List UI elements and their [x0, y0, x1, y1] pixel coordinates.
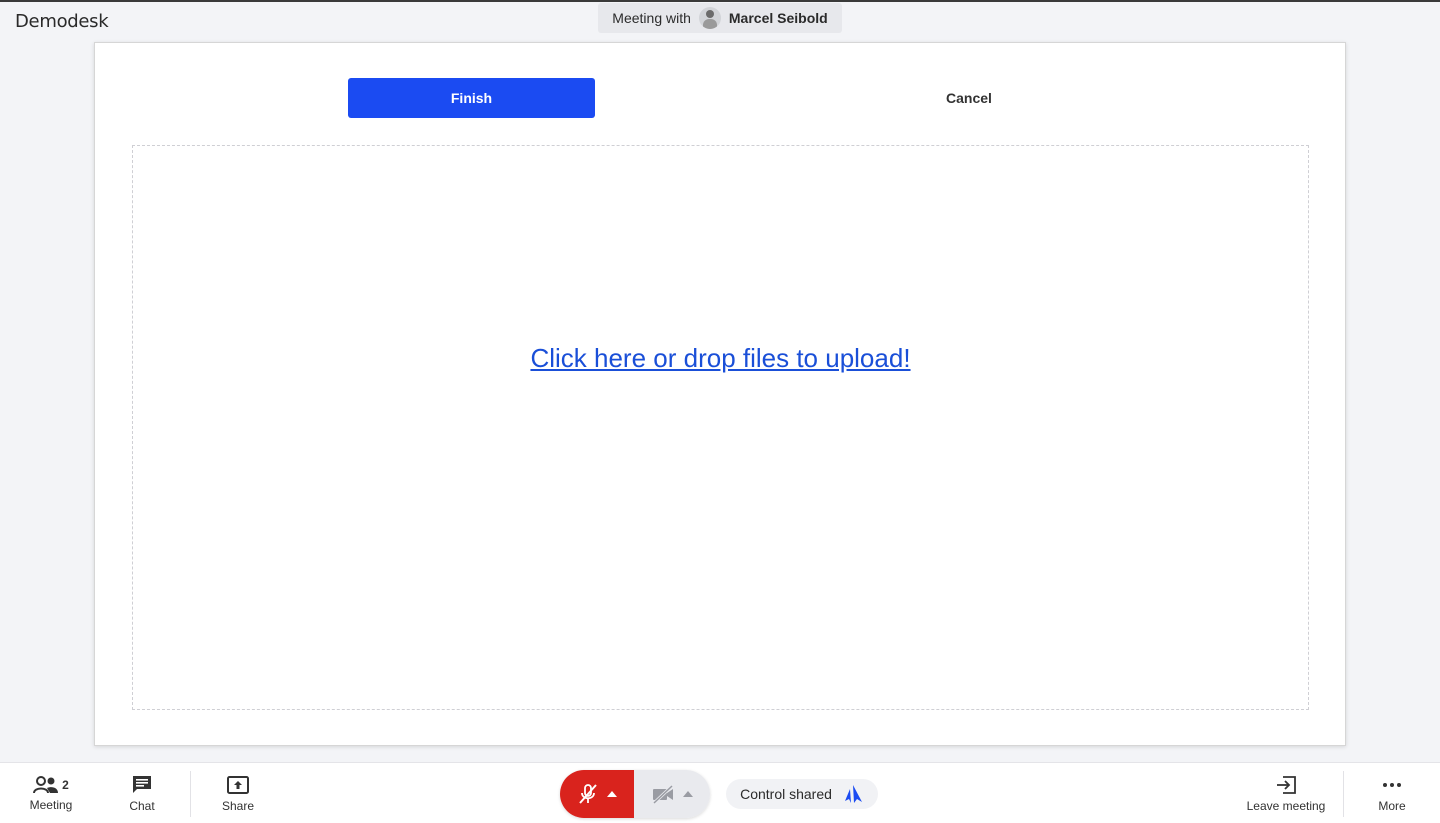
app-logo: Demodesk: [15, 11, 109, 32]
control-shared-label: Control shared: [740, 786, 832, 802]
share-label: Share: [221, 798, 255, 813]
camera-toggle-button[interactable]: [634, 770, 710, 818]
more-label: More: [1378, 798, 1406, 813]
finish-button[interactable]: Finish: [348, 78, 595, 118]
cancel-button[interactable]: Cancel: [847, 78, 1091, 118]
people-icon: [33, 775, 59, 793]
meeting-icon-row: 2: [33, 775, 69, 794]
av-controls: [560, 770, 710, 818]
more-horizontal-icon: [1383, 782, 1401, 787]
chat-label: Chat: [129, 798, 155, 813]
toolbar-divider: [190, 771, 191, 817]
mic-options-chevron-icon[interactable]: [607, 791, 617, 797]
leave-meeting-button[interactable]: Leave meeting: [1240, 763, 1332, 823]
meeting-prefix: Meeting with: [612, 10, 691, 26]
camera-off-icon: [652, 784, 674, 804]
mic-off-icon: [579, 784, 597, 804]
meeting-header: Meeting with Marcel Seibold: [598, 3, 842, 33]
window-top-border: [0, 0, 1440, 2]
chat-button[interactable]: Chat: [120, 763, 164, 823]
chat-icon: [133, 775, 151, 793]
file-dropzone[interactable]: Click here or drop files to upload!: [132, 145, 1309, 710]
screen-share-icon: [227, 775, 249, 794]
share-button[interactable]: Share: [216, 763, 260, 823]
leave-meeting-label: Leave meeting: [1246, 798, 1326, 813]
exit-icon: [1277, 775, 1296, 794]
camera-options-chevron-icon[interactable]: [683, 791, 693, 797]
toolbar-divider: [1343, 771, 1344, 817]
upload-panel: Finish Cancel Click here or drop files t…: [94, 42, 1346, 746]
control-shared-indicator[interactable]: Control shared: [726, 779, 878, 809]
meeting-button[interactable]: 2 Meeting: [24, 763, 78, 823]
more-button[interactable]: More: [1370, 763, 1414, 823]
mic-toggle-button[interactable]: [560, 770, 634, 818]
meeting-label: Meeting: [29, 797, 73, 812]
shared-cursor-icon: [844, 785, 862, 803]
upload-link[interactable]: Click here or drop files to upload!: [530, 343, 910, 374]
participant-name: Marcel Seibold: [728, 10, 828, 26]
participant-count-badge: 2: [62, 777, 69, 792]
meeting-toolbar: 2 Meeting Chat Share Control shared Leav…: [0, 762, 1440, 823]
participant-avatar: [698, 7, 721, 29]
